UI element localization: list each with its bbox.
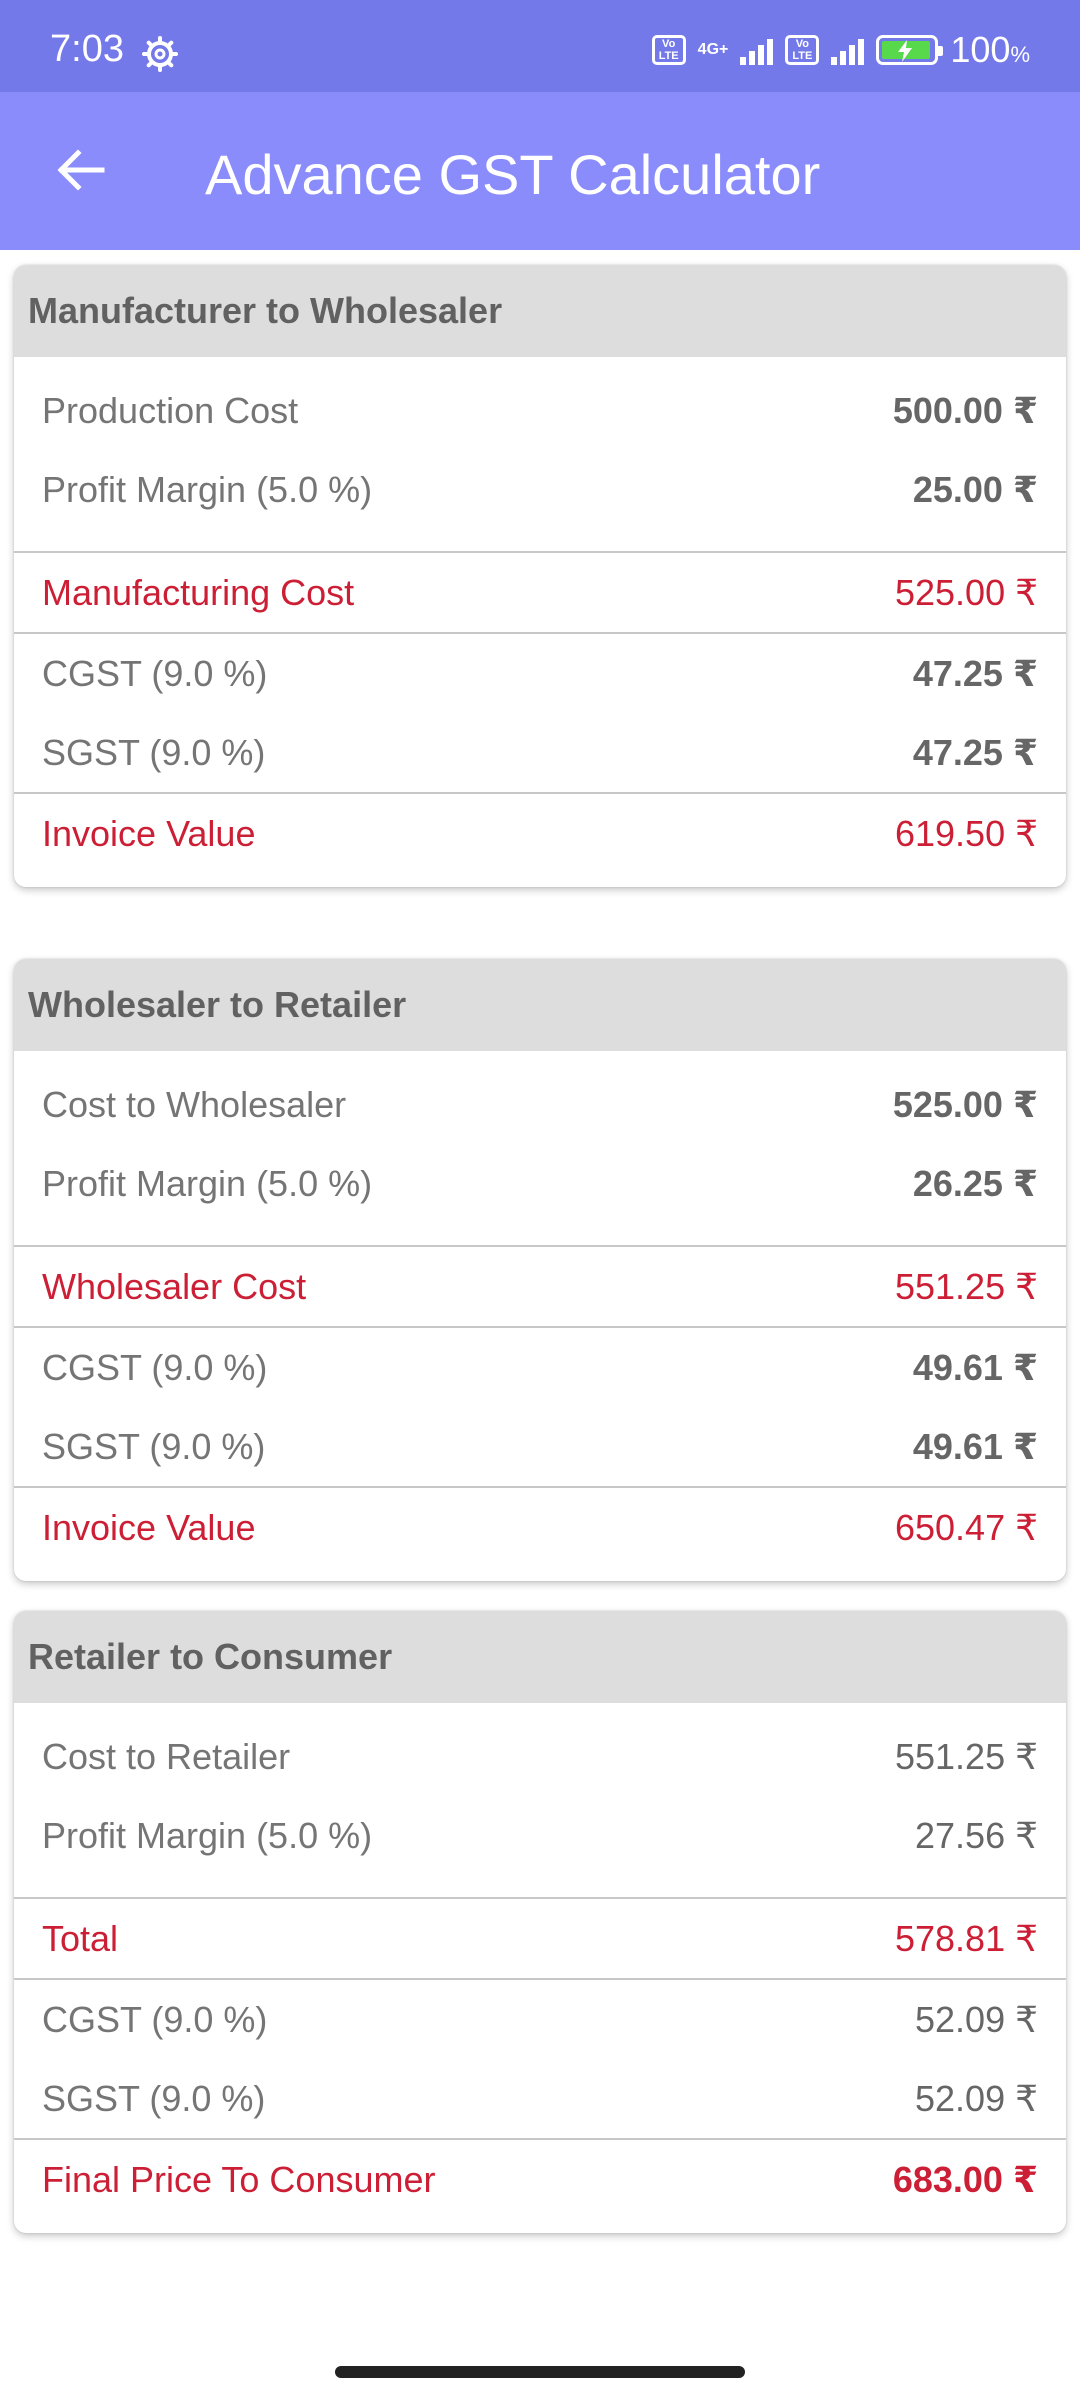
row-label: CGST (9.0 %) xyxy=(42,652,268,694)
row-label: Invoice Value xyxy=(42,812,256,854)
row-value: 500.00 ₹ xyxy=(892,389,1038,431)
manufacturing-cost-row: Manufacturing Cost 525.00 ₹ xyxy=(14,553,1066,632)
section-title: Wholesaler to Retailer xyxy=(14,959,1066,1051)
row-value: 525.00 ₹ xyxy=(894,571,1038,613)
status-time: 7:03 xyxy=(50,28,124,70)
row-value: 49.61 ₹ xyxy=(912,1425,1038,1467)
cgst-row: CGST (9.0 %) 52.09 ₹ xyxy=(14,1980,1066,2059)
section-card-wholesaler-retailer: Wholesaler to Retailer Cost to Wholesale… xyxy=(14,959,1066,1581)
row-label: Cost to Wholesaler xyxy=(42,1083,347,1125)
row-value: 47.25 ₹ xyxy=(912,731,1038,773)
row-value: 683.00 ₹ xyxy=(892,2158,1038,2200)
section-title: Retailer to Consumer xyxy=(14,1611,1066,1703)
row-value: 52.09 ₹ xyxy=(915,1998,1038,2040)
row-label: CGST (9.0 %) xyxy=(42,1998,268,2040)
cgst-row: CGST (9.0 %) 47.25 ₹ xyxy=(14,634,1066,713)
row-value: 650.47 ₹ xyxy=(894,1506,1038,1548)
row-label: Total xyxy=(42,1917,119,1959)
row-value: 525.00 ₹ xyxy=(892,1083,1038,1125)
row-value: 551.25 ₹ xyxy=(894,1735,1038,1777)
row-value: 27.56 ₹ xyxy=(915,1814,1038,1856)
gear-icon xyxy=(142,36,178,72)
cost-to-wholesaler-row: Cost to Wholesaler 525.00 ₹ xyxy=(14,1065,1066,1144)
signal-icon-sim2 xyxy=(831,35,865,65)
status-bar: 7:03 Vo LTE 4G+ Vo LTE 100% xyxy=(0,0,1080,92)
row-value: 52.09 ₹ xyxy=(915,2077,1038,2119)
home-indicator[interactable] xyxy=(335,2366,745,2378)
row-label: SGST (9.0 %) xyxy=(42,731,266,773)
volte-icon: Vo LTE xyxy=(651,35,686,65)
final-price-row: Final Price To Consumer 683.00 ₹ xyxy=(14,2140,1066,2219)
sgst-row: SGST (9.0 %) 47.25 ₹ xyxy=(14,713,1066,792)
signal-icon xyxy=(740,35,774,65)
row-value: 551.25 ₹ xyxy=(894,1265,1038,1307)
row-label: Manufacturing Cost xyxy=(42,571,355,613)
row-label: Cost to Retailer xyxy=(42,1735,291,1777)
invoice-value-row: Invoice Value 619.50 ₹ xyxy=(14,794,1066,873)
invoice-value-row: Invoice Value 650.47 ₹ xyxy=(14,1488,1066,1567)
production-cost-row: Production Cost 500.00 ₹ xyxy=(14,371,1066,450)
wholesaler-cost-row: Wholesaler Cost 551.25 ₹ xyxy=(14,1247,1066,1326)
row-label: SGST (9.0 %) xyxy=(42,1425,266,1467)
row-label: Final Price To Consumer xyxy=(42,2158,436,2200)
row-value: 49.61 ₹ xyxy=(912,1346,1038,1388)
row-value: 619.50 ₹ xyxy=(894,812,1038,854)
row-label: SGST (9.0 %) xyxy=(42,2077,266,2119)
cost-to-retailer-row: Cost to Retailer 551.25 ₹ xyxy=(14,1717,1066,1796)
section-title: Manufacturer to Wholesaler xyxy=(14,265,1066,357)
app-bar: Advance GST Calculator xyxy=(0,92,1080,250)
status-indicators: Vo LTE 4G+ Vo LTE 100% xyxy=(651,29,1030,70)
cgst-row: CGST (9.0 %) 49.61 ₹ xyxy=(14,1328,1066,1407)
page-title: Advance GST Calculator xyxy=(205,143,821,206)
row-label: Profit Margin (5.0 %) xyxy=(42,468,373,510)
profit-margin-row: Profit Margin (5.0 %) 26.25 ₹ xyxy=(14,1144,1066,1223)
row-value: 578.81 ₹ xyxy=(894,1917,1038,1959)
row-label: Invoice Value xyxy=(42,1506,256,1548)
battery-charging-icon xyxy=(876,35,944,65)
battery-percent: 100% xyxy=(950,29,1030,70)
row-label: Profit Margin (5.0 %) xyxy=(42,1162,373,1204)
row-label: CGST (9.0 %) xyxy=(42,1346,268,1388)
sgst-row: SGST (9.0 %) 52.09 ₹ xyxy=(14,2059,1066,2138)
profit-margin-row: Profit Margin (5.0 %) 25.00 ₹ xyxy=(14,450,1066,529)
section-card-retailer-consumer: Retailer to Consumer Cost to Retailer 55… xyxy=(14,1611,1066,2233)
row-value: 47.25 ₹ xyxy=(912,652,1038,694)
network-type: 4G+ xyxy=(697,41,729,58)
row-label: Profit Margin (5.0 %) xyxy=(42,1814,373,1856)
row-value: 26.25 ₹ xyxy=(912,1162,1038,1204)
arrow-left-icon xyxy=(57,149,105,191)
volte-icon-sim2: Vo LTE xyxy=(785,35,820,65)
total-row: Total 578.81 ₹ xyxy=(14,1899,1066,1978)
section-card-manufacturer-wholesaler: Manufacturer to Wholesaler Production Co… xyxy=(14,265,1066,887)
back-button[interactable] xyxy=(40,130,120,210)
sgst-row: SGST (9.0 %) 49.61 ₹ xyxy=(14,1407,1066,1486)
profit-margin-row: Profit Margin (5.0 %) 27.56 ₹ xyxy=(14,1796,1066,1875)
row-label: Production Cost xyxy=(42,389,299,431)
row-label: Wholesaler Cost xyxy=(42,1265,307,1307)
row-value: 25.00 ₹ xyxy=(912,468,1038,510)
